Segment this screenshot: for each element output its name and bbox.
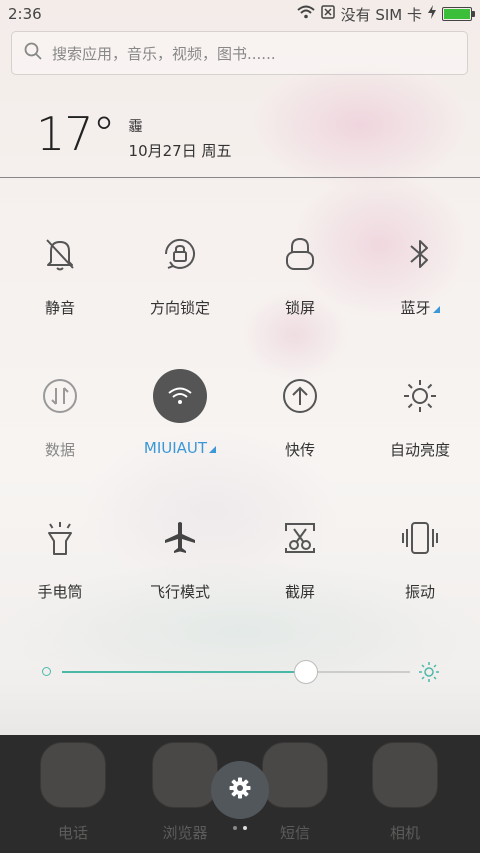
app-label: 相机 — [389, 824, 420, 842]
expand-triangle-icon — [209, 446, 217, 453]
toggle-label: 手电筒 — [37, 583, 83, 601]
brightness-max-icon — [418, 661, 440, 687]
battery-icon — [442, 7, 475, 21]
temperature: 17° — [36, 107, 116, 161]
page-indicator — [233, 826, 247, 830]
toggle-mute[interactable]: 静音 — [0, 215, 120, 327]
dock-app-browser[interactable]: 浏览器 — [152, 742, 218, 843]
search-icon — [24, 42, 42, 64]
toggle-label: 方向锁定 — [149, 299, 210, 317]
data-arrows-icon — [31, 367, 89, 425]
no-sim-icon — [320, 5, 335, 23]
carrier-text: 没有 SIM 卡 — [340, 5, 422, 24]
toggle-vibrate[interactable]: 振动 — [360, 499, 480, 611]
browser-app-icon — [152, 742, 218, 808]
toggle-label: 锁屏 — [284, 299, 315, 317]
phone-app-icon — [40, 742, 106, 808]
gear-icon — [228, 776, 252, 804]
app-label: 电话 — [57, 824, 88, 842]
toggle-label: 飞行模式 — [149, 583, 210, 601]
app-label: 短信 — [279, 824, 310, 842]
toggle-rotation-lock[interactable]: 方向锁定 — [120, 215, 240, 327]
app-label: 浏览器 — [162, 824, 208, 842]
airplane-icon — [151, 509, 209, 567]
toggle-label: 截屏 — [284, 583, 315, 601]
date-text: 10月27日 周五 — [128, 142, 232, 160]
dock-app-phone[interactable]: 电话 — [40, 742, 106, 843]
toggle-label: 振动 — [404, 583, 435, 601]
page-dot-active — [243, 826, 247, 830]
flashlight-icon — [31, 509, 89, 567]
sun-icon — [391, 367, 449, 425]
toggle-label: 快传 — [284, 441, 315, 459]
vibrate-icon — [391, 509, 449, 567]
brightness-track[interactable] — [62, 660, 410, 684]
search-bar[interactable]: 搜索应用，音乐，视频，图书...... — [11, 31, 468, 75]
settings-button[interactable] — [211, 761, 269, 819]
search-placeholder: 搜索应用，音乐，视频，图书...... — [52, 44, 276, 63]
toggle-airplane-mode[interactable]: 飞行模式 — [120, 499, 240, 611]
brightness-fill — [62, 671, 306, 673]
messages-app-icon — [262, 742, 328, 808]
toggle-label: 数据 — [44, 441, 75, 459]
toggle-wifi[interactable]: MIUIAUT — [120, 357, 240, 469]
divider — [0, 177, 480, 178]
bluetooth-icon — [391, 225, 449, 283]
toggle-label: MIUIAUT — [144, 439, 217, 457]
quick-settings-grid: 静音 方向锁定 锁屏 蓝牙 数据 MIUIAUT 快传 自动亮度 手电筒 飞行模… — [0, 215, 480, 611]
weather-widget[interactable]: 17° 霾 10月27日 周五 — [36, 108, 232, 161]
weather-condition: 霾 — [128, 119, 143, 135]
toggle-screenshot[interactable]: 截屏 — [240, 499, 360, 611]
upload-icon — [271, 367, 329, 425]
toggle-lock-screen[interactable]: 锁屏 — [240, 215, 360, 327]
bell-off-icon — [31, 225, 89, 283]
dock-app-messages[interactable]: 短信 — [262, 742, 328, 843]
wifi-icon — [153, 369, 207, 423]
toggle-quick-transfer[interactable]: 快传 — [240, 357, 360, 469]
brightness-min-icon — [42, 667, 51, 676]
wifi-status-icon — [296, 5, 315, 23]
toggle-mobile-data[interactable]: 数据 — [0, 357, 120, 469]
expand-triangle-icon — [432, 306, 440, 313]
camera-app-icon — [372, 742, 438, 808]
toggle-auto-brightness[interactable]: 自动亮度 — [360, 357, 480, 469]
rotation-lock-icon — [151, 225, 209, 283]
page-dot — [233, 826, 237, 830]
dock-app-camera[interactable]: 相机 — [372, 742, 438, 843]
toggle-flashlight[interactable]: 手电筒 — [0, 499, 120, 611]
lock-icon — [271, 225, 329, 283]
charging-icon — [428, 5, 436, 23]
status-bar: 2:36 没有 SIM 卡 — [0, 0, 480, 28]
brightness-slider[interactable] — [40, 657, 440, 687]
toggle-bluetooth[interactable]: 蓝牙 — [360, 215, 480, 327]
brightness-thumb[interactable] — [293, 660, 318, 684]
screenshot-scissors-icon — [271, 509, 329, 567]
toggle-label: 自动亮度 — [389, 441, 450, 459]
toggle-label: 静音 — [44, 299, 75, 317]
status-time: 2:36 — [8, 5, 42, 23]
toggle-label: 蓝牙 — [400, 297, 440, 318]
